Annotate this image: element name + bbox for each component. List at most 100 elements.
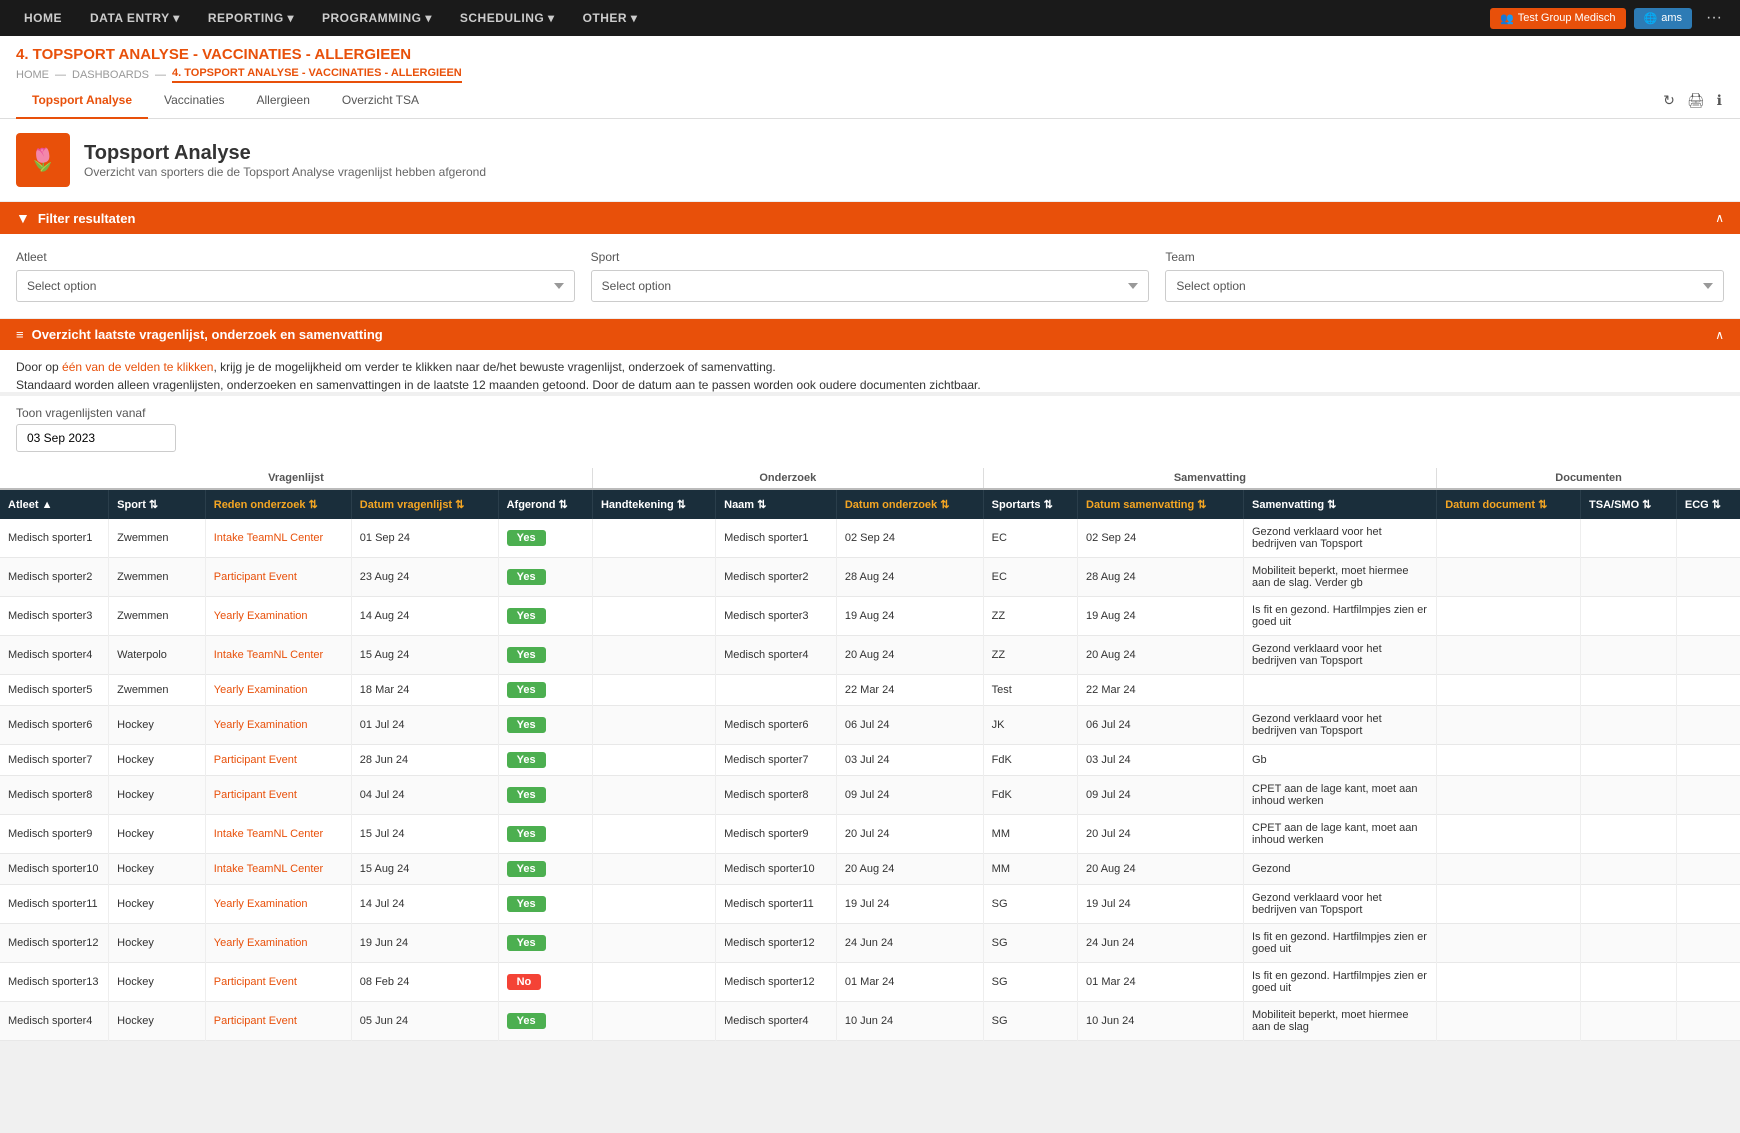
table-row[interactable]: Medisch sporter10 Hockey Intake TeamNL C… bbox=[0, 854, 1740, 885]
nav-reporting[interactable]: REPORTING ▾ bbox=[196, 0, 306, 36]
nav-scheduling[interactable]: SCHEDULING ▾ bbox=[448, 0, 567, 36]
afgerond-badge: Yes bbox=[507, 717, 546, 733]
th-sportarts[interactable]: Sportarts ⇅ bbox=[983, 489, 1077, 519]
table-row[interactable]: Medisch sporter7 Hockey Participant Even… bbox=[0, 745, 1740, 776]
cell-atleet: Medisch sporter3 bbox=[0, 597, 109, 636]
table-row[interactable]: Medisch sporter2 Zwemmen Participant Eve… bbox=[0, 558, 1740, 597]
cell-datum-document bbox=[1437, 924, 1581, 963]
afgerond-badge: No bbox=[507, 974, 542, 990]
cell-datum-document bbox=[1437, 558, 1581, 597]
cell-samenvatting: Is fit en gezond. Hartfilmpjes zien er g… bbox=[1244, 963, 1437, 1002]
table-row[interactable]: Medisch sporter8 Hockey Participant Even… bbox=[0, 776, 1740, 815]
table-row[interactable]: Medisch sporter4 Hockey Participant Even… bbox=[0, 1002, 1740, 1041]
refresh-icon[interactable]: ↻ bbox=[1661, 90, 1677, 111]
print-icon[interactable]: 🖨 bbox=[1685, 90, 1707, 111]
cell-datum-document bbox=[1437, 636, 1581, 675]
cell-afgerond: Yes bbox=[498, 675, 592, 706]
table-row[interactable]: Medisch sporter5 Zwemmen Yearly Examinat… bbox=[0, 675, 1740, 706]
cell-datum-vragenlijst: 05 Jun 24 bbox=[351, 1002, 498, 1041]
filter-group-atleet: Atleet Select option bbox=[16, 250, 575, 302]
table-row[interactable]: Medisch sporter6 Hockey Yearly Examinati… bbox=[0, 706, 1740, 745]
cell-samenvatting: Mobiliteit beperkt, moet hiermee aan de … bbox=[1244, 558, 1437, 597]
th-datum-samenvatting[interactable]: Datum samenvatting ⇅ bbox=[1078, 489, 1244, 519]
cell-datum-samenvatting: 20 Aug 24 bbox=[1078, 854, 1244, 885]
tab-vaccinaties[interactable]: Vaccinaties bbox=[148, 83, 240, 119]
cell-datum-samenvatting: 19 Aug 24 bbox=[1078, 597, 1244, 636]
language-button[interactable]: 🌐 ams bbox=[1634, 8, 1692, 29]
cell-naam: Medisch sporter10 bbox=[716, 854, 837, 885]
th-afgerond[interactable]: Afgerond ⇅ bbox=[498, 489, 592, 519]
tab-allergieen[interactable]: Allergieen bbox=[241, 83, 326, 119]
cell-datum-vragenlijst: 08 Feb 24 bbox=[351, 963, 498, 1002]
cell-naam bbox=[716, 675, 837, 706]
th-datum-vragenlijst[interactable]: Datum vragenlijst ⇅ bbox=[351, 489, 498, 519]
cell-ecg bbox=[1676, 706, 1740, 745]
cell-samenvatting: Gezond verklaard voor het bedrijven van … bbox=[1244, 706, 1437, 745]
more-options[interactable]: ··· bbox=[1700, 9, 1728, 27]
th-ecg[interactable]: ECG ⇅ bbox=[1676, 489, 1740, 519]
filter-bar[interactable]: ▼ Filter resultaten ∧ bbox=[0, 202, 1740, 234]
cell-datum-document bbox=[1437, 745, 1581, 776]
cell-samenvatting: Is fit en gezond. Hartfilmpjes zien er g… bbox=[1244, 597, 1437, 636]
cell-datum-samenvatting: 19 Jul 24 bbox=[1078, 885, 1244, 924]
cell-reden: Yearly Examination bbox=[205, 597, 351, 636]
date-filter-input[interactable] bbox=[16, 424, 176, 452]
table-row[interactable]: Medisch sporter3 Zwemmen Yearly Examinat… bbox=[0, 597, 1740, 636]
cell-tsasmo bbox=[1581, 854, 1677, 885]
cell-handtekening bbox=[592, 815, 715, 854]
cell-handtekening bbox=[592, 675, 715, 706]
nav-home[interactable]: HOME bbox=[12, 0, 74, 36]
th-tsasmo[interactable]: TSA/SMO ⇅ bbox=[1581, 489, 1677, 519]
afgerond-badge: Yes bbox=[507, 682, 546, 698]
th-datum-onderzoek[interactable]: Datum onderzoek ⇅ bbox=[836, 489, 983, 519]
info-link[interactable]: één van de velden te klikken bbox=[62, 360, 213, 374]
breadcrumb-dashboards[interactable]: DASHBOARDS bbox=[72, 69, 149, 81]
th-samenvatting[interactable]: Samenvatting ⇅ bbox=[1244, 489, 1437, 519]
cell-datum-document bbox=[1437, 815, 1581, 854]
overview-bar[interactable]: ≡ Overzicht laatste vragenlijst, onderzo… bbox=[0, 319, 1740, 350]
atleet-select[interactable]: Select option bbox=[16, 270, 575, 302]
team-button[interactable]: 👥 Test Group Medisch bbox=[1490, 8, 1626, 29]
cell-datum-vragenlijst: 14 Jul 24 bbox=[351, 885, 498, 924]
team-select[interactable]: Select option bbox=[1165, 270, 1724, 302]
cell-atleet: Medisch sporter1 bbox=[0, 519, 109, 558]
th-handtekening[interactable]: Handtekening ⇅ bbox=[592, 489, 715, 519]
th-datum-document[interactable]: Datum document ⇅ bbox=[1437, 489, 1581, 519]
cell-sport: Zwemmen bbox=[109, 519, 206, 558]
cell-atleet: Medisch sporter11 bbox=[0, 885, 109, 924]
filter-bar-label: Filter resultaten bbox=[38, 211, 136, 226]
filter-form: Atleet Select option Sport Select option… bbox=[0, 234, 1740, 319]
cell-reden: Participant Event bbox=[205, 1002, 351, 1041]
nav-other[interactable]: OTHER ▾ bbox=[571, 0, 650, 36]
cell-datum-onderzoek: 10 Jun 24 bbox=[836, 1002, 983, 1041]
cell-datum-vragenlijst: 01 Jul 24 bbox=[351, 706, 498, 745]
table-row[interactable]: Medisch sporter4 Waterpolo Intake TeamNL… bbox=[0, 636, 1740, 675]
th-reden[interactable]: Reden onderzoek ⇅ bbox=[205, 489, 351, 519]
sport-select[interactable]: Select option bbox=[591, 270, 1150, 302]
nav-data-entry[interactable]: DATA ENTRY ▾ bbox=[78, 0, 192, 36]
cell-datum-samenvatting: 02 Sep 24 bbox=[1078, 519, 1244, 558]
breadcrumb-home[interactable]: HOME bbox=[16, 69, 49, 81]
tab-overzicht-tsa[interactable]: Overzicht TSA bbox=[326, 83, 435, 119]
info-icon[interactable]: ℹ bbox=[1715, 90, 1724, 111]
cell-datum-samenvatting: 10 Jun 24 bbox=[1078, 1002, 1244, 1041]
th-naam[interactable]: Naam ⇅ bbox=[716, 489, 837, 519]
cell-sport: Hockey bbox=[109, 854, 206, 885]
table-row[interactable]: Medisch sporter9 Hockey Intake TeamNL Ce… bbox=[0, 815, 1740, 854]
th-sport[interactable]: Sport ⇅ bbox=[109, 489, 206, 519]
cell-handtekening bbox=[592, 924, 715, 963]
afgerond-badge: Yes bbox=[507, 530, 546, 546]
cell-tsasmo bbox=[1581, 776, 1677, 815]
table-row[interactable]: Medisch sporter13 Hockey Participant Eve… bbox=[0, 963, 1740, 1002]
nav-programming[interactable]: PROGRAMMING ▾ bbox=[310, 0, 444, 36]
table-row[interactable]: Medisch sporter1 Zwemmen Intake TeamNL C… bbox=[0, 519, 1740, 558]
table-row[interactable]: Medisch sporter11 Hockey Yearly Examinat… bbox=[0, 885, 1740, 924]
cell-atleet: Medisch sporter4 bbox=[0, 636, 109, 675]
logo-icon: 🌷 bbox=[29, 147, 56, 173]
cell-samenvatting: Gezond verklaard voor het bedrijven van … bbox=[1244, 885, 1437, 924]
cell-sport: Hockey bbox=[109, 706, 206, 745]
tab-topsport-analyse[interactable]: Topsport Analyse bbox=[16, 83, 148, 119]
table-row[interactable]: Medisch sporter12 Hockey Yearly Examinat… bbox=[0, 924, 1740, 963]
th-atleet[interactable]: Atleet ▲ bbox=[0, 489, 109, 519]
cell-datum-samenvatting: 01 Mar 24 bbox=[1078, 963, 1244, 1002]
